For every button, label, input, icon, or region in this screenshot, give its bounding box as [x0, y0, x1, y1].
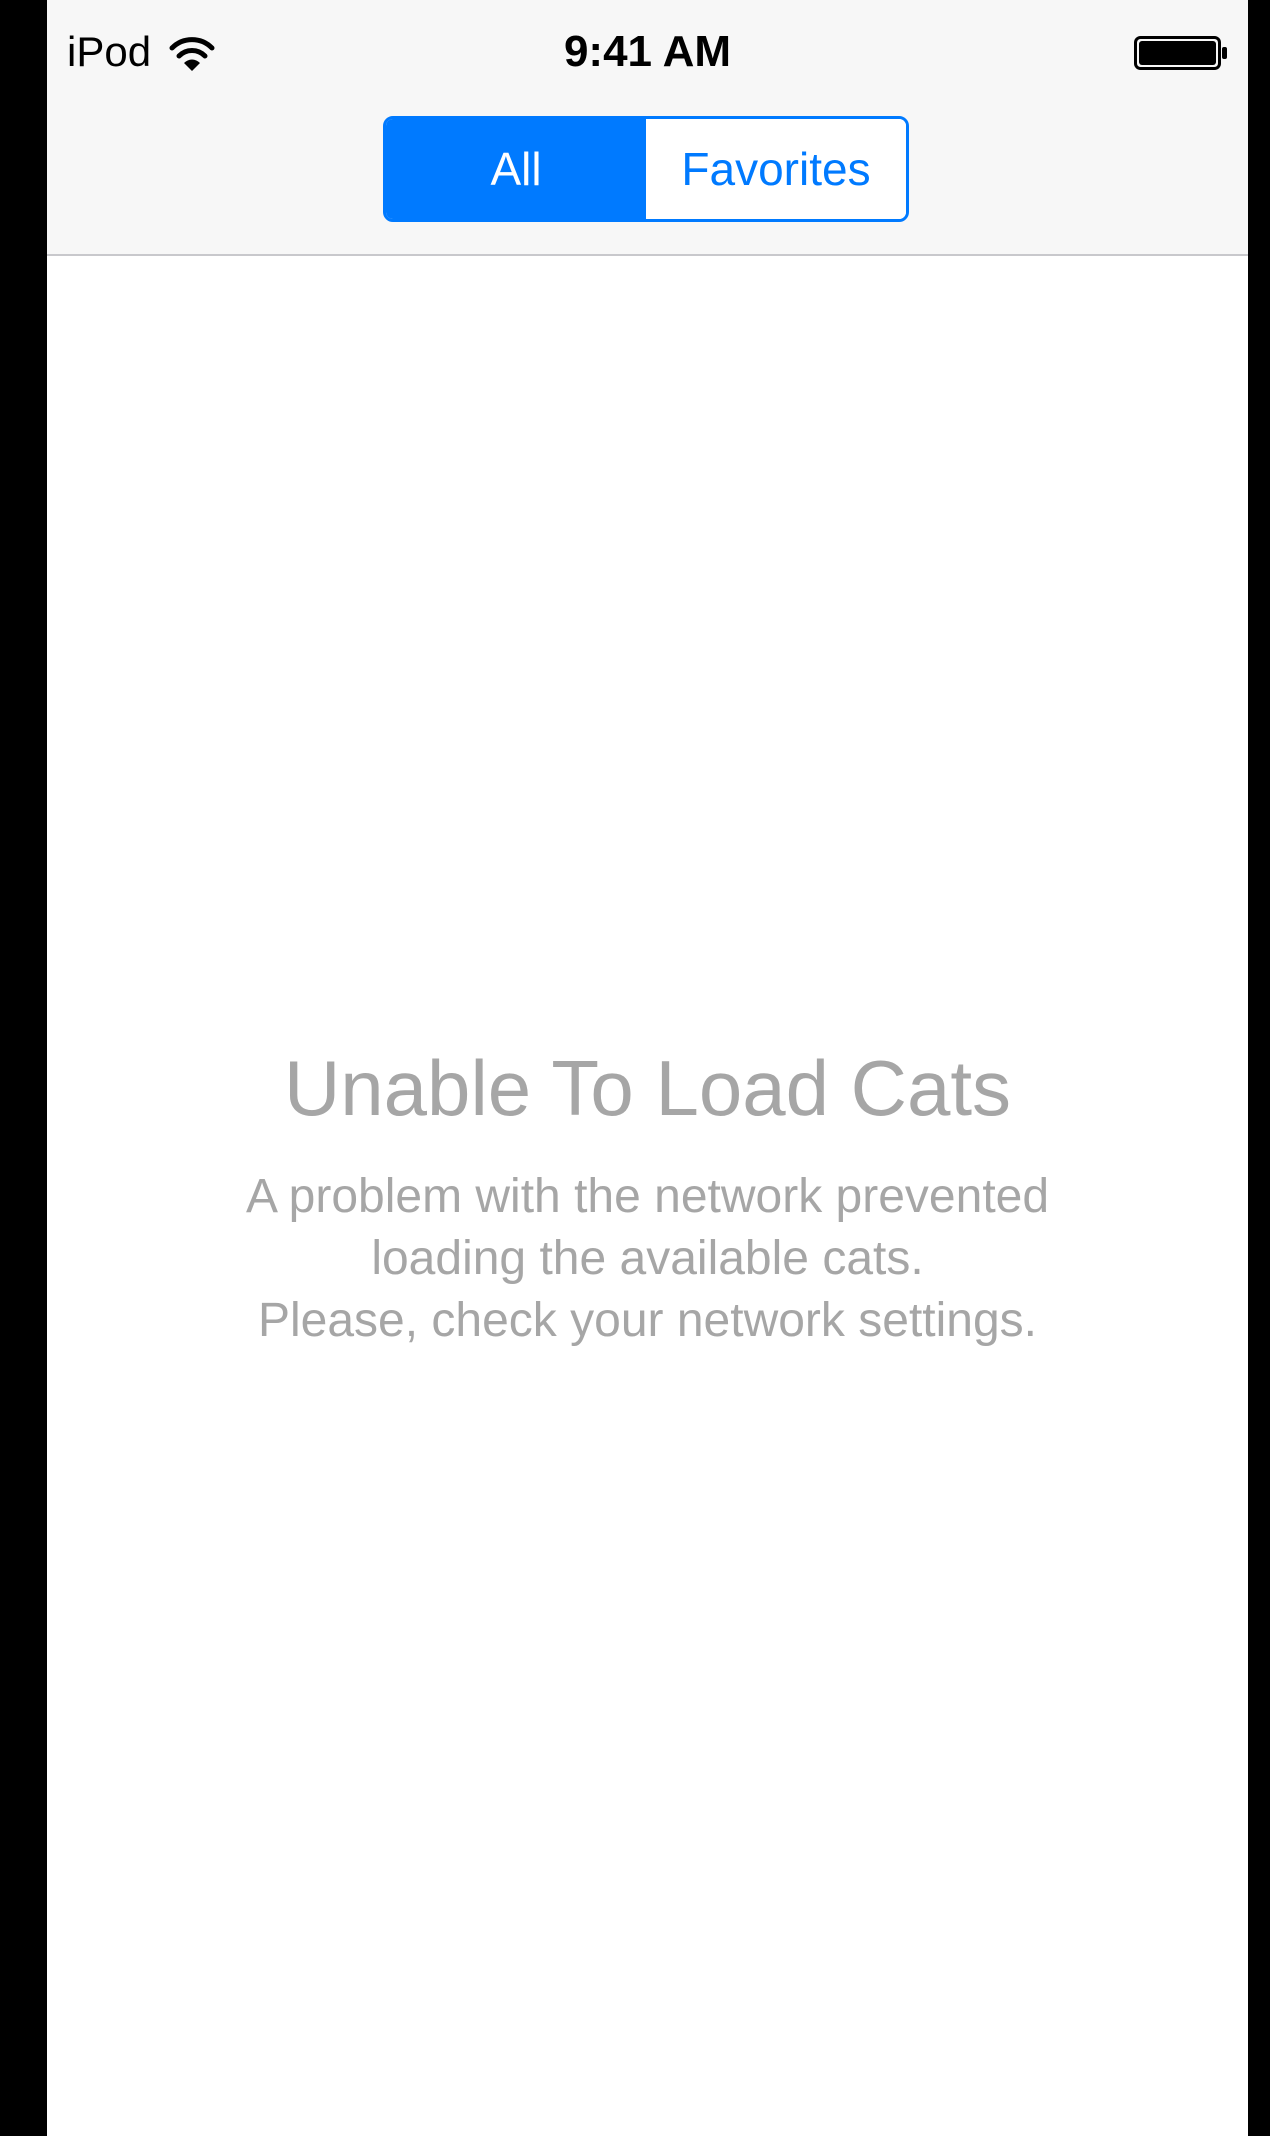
status-time: 9:41 AM: [563, 27, 732, 76]
empty-state-message-line: loading the available cats.: [371, 1232, 924, 1285]
status-bar: iPod 9:41 AM: [47, 0, 1248, 104]
empty-state-message-line: A problem with the network prevented: [245, 1170, 1050, 1223]
app-screen: iPod 9:41 AM All Favorites Unable To Loa…: [47, 0, 1248, 2136]
segment-all[interactable]: All: [386, 119, 646, 219]
empty-state-message-line: Please, check your network settings.: [257, 1294, 1038, 1347]
empty-state-message: A problem with the network prevented loa…: [47, 1166, 1248, 1352]
empty-state: Unable To Load Cats A problem with the n…: [47, 1040, 1248, 1352]
navigation-bar: All Favorites: [47, 104, 1248, 256]
segmented-control: All Favorites: [383, 116, 909, 222]
segment-favorites[interactable]: Favorites: [646, 119, 906, 219]
battery-icon: [1134, 36, 1228, 70]
empty-state-title: Unable To Load Cats: [283, 1044, 1012, 1132]
